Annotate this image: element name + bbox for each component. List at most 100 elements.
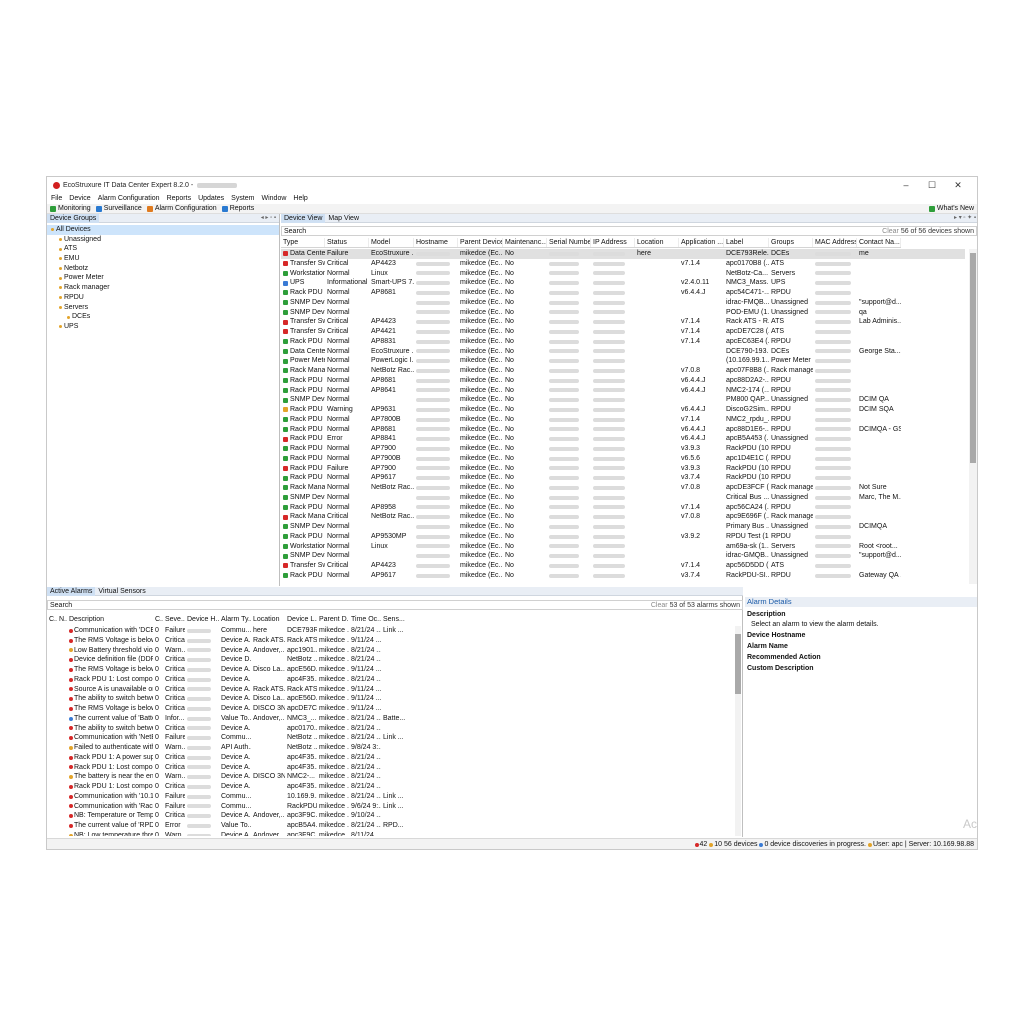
monitoring-button[interactable]: Monitoring <box>50 204 91 213</box>
tree-item-power-meter[interactable]: Power Meter <box>47 273 279 283</box>
alarm-table-scrollbar[interactable] <box>735 626 741 836</box>
alarm-row[interactable]: NB: Temperature or Tempe...0 Critical Devi… <box>47 811 733 821</box>
tab-virtual-sensors[interactable]: Virtual Sensors <box>95 587 148 596</box>
table-row[interactable]: Power Mete Normal PowerLogic I... mikedce (… <box>281 356 965 366</box>
alarm-column-header[interactable]: Alarm Ty... <box>219 615 251 625</box>
alarm-row[interactable]: Rack PDU 1: Lost compon...0 Critical Devic… <box>47 782 733 792</box>
column-header-ip-address[interactable]: IP Address <box>591 238 635 247</box>
alarm-column-header[interactable]: C... <box>153 615 163 625</box>
menu-device[interactable]: Device <box>69 193 90 204</box>
alarm-search-clear[interactable]: Clear <box>651 602 668 609</box>
tab-map-view[interactable]: Map View <box>325 214 362 223</box>
tab-active-alarms[interactable]: Active Alarms <box>47 586 96 596</box>
alarm-row[interactable]: The ability to switch betwe... 0 Critical D… <box>47 724 733 734</box>
menu-updates[interactable]: Updates <box>198 193 224 204</box>
table-row[interactable]: Rack PDU Normal AP8831 mikedce (Ec... No v7.1… <box>281 337 965 347</box>
column-header-contact-na[interactable]: Contact Na... <box>857 238 901 247</box>
column-header-type[interactable]: Type <box>281 238 325 247</box>
table-row[interactable]: Rack PDU Warning AP9631 mikedce (Ec... No v6.… <box>281 405 965 415</box>
column-header-model[interactable]: Model <box>369 238 414 247</box>
alarm-column-header[interactable]: Device L... <box>285 615 317 625</box>
table-row[interactable]: Rack PDU Normal AP8641 mikedce (Ec... No v6.4… <box>281 386 965 396</box>
table-row[interactable]: Rack PDU Normal AP8958 mikedce (Ec... No v7.1… <box>281 503 965 513</box>
alarm-row[interactable]: Low Battery threshold viol...0 Warn... Dev… <box>47 646 733 656</box>
table-row[interactable]: UPS Informational Smart-UPS 7... mikedce (E… <box>281 278 965 288</box>
table-row[interactable]: Data Center Normal EcoStruxure ... mikedce … <box>281 347 965 357</box>
alarm-row[interactable]: Device definition file (DDF)...0 Critical… <box>47 655 733 665</box>
tab-device-groups[interactable]: Device Groups <box>47 213 100 223</box>
menu-reports[interactable]: Reports <box>167 193 192 204</box>
table-row[interactable]: Rack PDU Normal AP9617 mikedce (Ec... No v3.7… <box>281 571 965 581</box>
alarm-row[interactable]: The current value of 'RPDU...0 Error Value… <box>47 821 733 831</box>
table-row[interactable]: Rack ManagCritical NetBotz Rac... mikedce … <box>281 512 965 522</box>
menu-window[interactable]: Window <box>262 193 287 204</box>
table-row[interactable]: SNMP Devi Normal mikedce (Ec... No POD-EMU (… <box>281 308 965 318</box>
column-header-hostname[interactable]: Hostname <box>414 238 458 247</box>
menu-alarm-configuration[interactable]: Alarm Configuration <box>98 193 160 204</box>
alarm-row[interactable]: The ability to switch betwe... 0 Critical D… <box>47 694 733 704</box>
view-toolbar-icons[interactable]: ▸ ▾ ▫ ✦ ▪ <box>954 214 976 223</box>
alarm-row[interactable]: The battery is near the end...0 Warn... De… <box>47 772 733 782</box>
alarm-row[interactable]: Rack PDU 1: Lost compon...0 Critical Devic… <box>47 763 733 773</box>
alarm-row[interactable]: Communication with 'DCE... 0 Failure Commu.… <box>47 626 733 636</box>
tree-item-ups[interactable]: UPS <box>47 322 279 332</box>
panel-controls[interactable]: ◂ ▸ ▫ ▪ <box>261 214 276 223</box>
table-row[interactable]: SNMP Devi Normal mikedce (Ec... No PM800 QAP… <box>281 395 965 405</box>
tree-item-dces[interactable]: DCEs <box>47 312 279 322</box>
close-button[interactable]: ✕ <box>945 178 971 192</box>
table-row[interactable]: SNMP Devi Normal mikedce (Ec... No Primary B… <box>281 522 965 532</box>
table-row[interactable]: Rack PDU Normal AP8681 mikedce (Ec... No v6.4… <box>281 425 965 435</box>
column-header-serial-number[interactable]: Serial Number <box>547 238 591 247</box>
details-section-alarm-name[interactable]: Alarm Name <box>745 641 977 652</box>
alarm-row[interactable]: The current value of 'Batte... 0 Infor... V… <box>47 714 733 724</box>
table-row[interactable]: Transfer SwiCritical AP4423 mikedce (Ec...… <box>281 259 965 269</box>
column-header-location[interactable]: Location <box>635 238 679 247</box>
alarm-column-header[interactable]: C... <box>47 615 57 625</box>
table-row[interactable]: Rack PDU Normal AP7800B mikedce (Ec... No v7.… <box>281 415 965 425</box>
column-header-application[interactable]: Application ... <box>679 238 724 247</box>
alarm-row[interactable]: Failed to authenticate with...0 Warn... AP… <box>47 743 733 753</box>
alarm-table-scroll-thumb[interactable] <box>735 634 741 694</box>
alarm-column-header[interactable]: Description <box>67 615 153 625</box>
column-header-maintenanc[interactable]: Maintenanc... <box>503 238 547 247</box>
column-header-groups[interactable]: Groups <box>769 238 813 247</box>
table-row[interactable]: Workstation Normal Linux mikedce (Ec... No am… <box>281 542 965 552</box>
alarm-column-header[interactable]: Parent D... <box>317 615 349 625</box>
alarm-column-header[interactable]: Device H... <box>185 615 219 625</box>
table-row[interactable]: Transfer SwiCritical AP4421 mikedce (Ec...… <box>281 327 965 337</box>
alarm-row[interactable]: NB: Low temperature thres...0 Warn... Devi… <box>47 831 733 836</box>
alarm-configuration-button[interactable]: Alarm Configuration <box>146 204 217 213</box>
menu-system[interactable]: System <box>231 193 254 204</box>
table-row[interactable]: Transfer SwiCritical AP4423 mikedce (Ec...… <box>281 317 965 327</box>
alarm-column-header[interactable]: Sens... <box>381 615 405 625</box>
tree-item-all-devices[interactable]: All Devices <box>47 225 279 235</box>
tree-item-ats[interactable]: ATS <box>47 244 279 254</box>
alarm-column-header[interactable]: N... <box>57 615 67 625</box>
table-row[interactable]: Workstation Normal Linux mikedce (Ec... No Ne… <box>281 269 965 279</box>
table-row[interactable]: Rack PDU Normal AP8681 mikedce (Ec... No v6.4… <box>281 376 965 386</box>
device-search-input[interactable]: Search <box>284 228 306 235</box>
tree-item-emu[interactable]: EMU <box>47 254 279 264</box>
table-row[interactable]: Data Center Failure EcoStruxure ... mikedce… <box>281 249 965 259</box>
table-row[interactable]: SNMP Devi Normal mikedce (Ec... No idrac-GMQ… <box>281 551 965 561</box>
column-header-status[interactable]: Status <box>325 238 369 247</box>
alarm-row[interactable]: Communication with '10.1... 0 Failure Commu… <box>47 792 733 802</box>
tree-item-netbotz[interactable]: Netbotz <box>47 264 279 274</box>
alarm-row[interactable]: Rack PDU 1: A power supp...0 Critical Devi… <box>47 753 733 763</box>
details-section-device-hostname[interactable]: Device Hostname <box>745 630 977 641</box>
menu-help[interactable]: Help <box>293 193 307 204</box>
column-header-mac-address[interactable]: MAC Address <box>813 238 857 247</box>
tab-device-view[interactable]: Device View <box>281 213 326 223</box>
alarm-row[interactable]: The RMS Voltage is below ...0 Critical Dev… <box>47 704 733 714</box>
surveillance-button[interactable]: Surveillance <box>95 204 142 213</box>
tree-item-servers[interactable]: Servers <box>47 303 279 313</box>
tree-item-unassigned[interactable]: Unassigned <box>47 235 279 245</box>
table-row[interactable]: Rack ManagNormal NetBotz Rac... mikedce (E… <box>281 366 965 376</box>
table-row[interactable]: Rack PDU Normal AP8681 mikedce (Ec... No v6.4… <box>281 288 965 298</box>
alarm-row[interactable]: The RMS Voltage is below ...0 Critical Dev… <box>47 665 733 675</box>
table-row[interactable]: Rack ManagNormal NetBotz Rac... mikedce (E… <box>281 483 965 493</box>
reports-button[interactable]: Reports <box>221 204 254 213</box>
tree-item-rpdu[interactable]: RPDU <box>47 293 279 303</box>
table-row[interactable]: SNMP Devi Normal mikedce (Ec... No idrac-FMQ… <box>281 298 965 308</box>
table-row[interactable]: Rack PDU Normal AP7900B mikedce (Ec... No v6.… <box>281 454 965 464</box>
